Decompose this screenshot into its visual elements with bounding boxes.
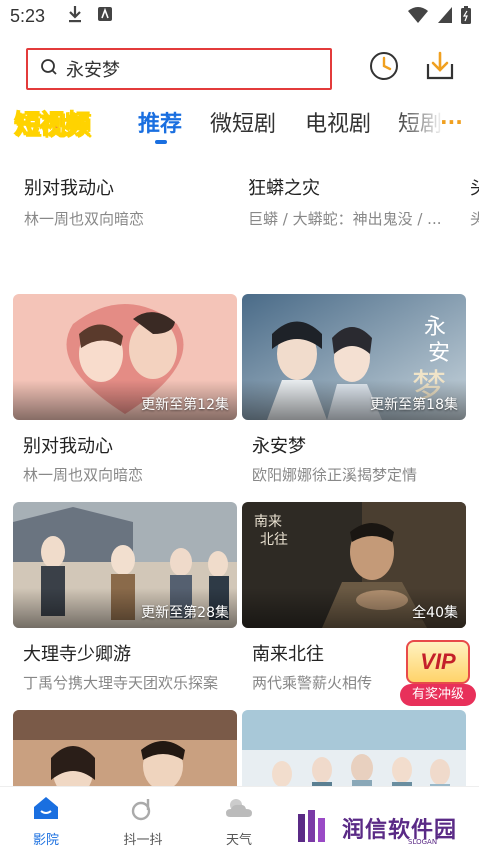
weather-icon [222,799,256,825]
watermark-slogan: SLOGAN [408,838,438,846]
watermark-logo: 润信软件园 SLOGAN [296,808,476,848]
download-icon [424,51,456,86]
video-subtitle: 丁禹兮携大理寺天团欢乐探案 [23,674,219,692]
tab-recommend[interactable]: 推荐 [138,106,182,138]
more-tabs-button[interactable]: ··· [440,110,463,134]
clock-icon [368,52,400,86]
vip-label: 有奖冲级 [400,684,476,706]
video-subtitle: 欧阳娜娜徐正溪揭梦定情 [252,466,418,484]
episode-badge: 更新至第28集 [141,605,229,621]
list-item[interactable]: 狂蟒之灾 巨蟒 / 大蟒蛇：神出鬼没 / ... [248,174,460,229]
download-status-icon [67,5,83,28]
item-title: 别对我动心 [24,178,114,199]
video-card[interactable]: 更新至第28集 大理寺少卿游 丁禹兮携大理寺天团欢乐探案 [13,502,237,693]
poster-title-char: 南来 [254,514,282,530]
battery-icon [461,6,471,29]
search-icon [40,58,58,80]
video-thumbnail[interactable]: 更新至第12集 [13,294,237,420]
nav-label: 天气 [225,833,252,848]
home-icon [31,797,61,825]
video-thumbnail[interactable]: 更新至第28集 [13,502,237,628]
nav-label: 影院 [32,833,59,848]
episode-badge: 更新至第18集 [370,397,458,413]
episode-badge: 更新至第12集 [141,397,229,413]
tab-indicator [155,140,167,144]
wifi-icon [407,6,429,29]
item-subtitle: 头 [470,210,479,228]
vip-badge: VIP [406,640,470,684]
list-item[interactable]: 别对我动心 林一周也双向暗恋 [24,174,234,229]
poster-title-char: 永 [424,315,446,340]
tab-micro-drama[interactable]: 微短剧 [210,106,276,138]
short-video-logo[interactable]: 短视频 [14,104,108,141]
poster-title-char: 北往 [260,532,288,548]
search-query: 永安梦 [66,60,120,81]
video-card[interactable]: 更新至第12集 别对我动心 林一周也双向暗恋 [13,294,237,485]
app-status-icon [97,6,113,27]
nav-shake[interactable]: 抖一抖 [113,795,173,848]
video-subtitle: 林一周也双向暗恋 [23,466,144,484]
poster-title-char: 安 [428,341,450,366]
search-row: 永安梦 [0,42,479,98]
video-thumbnail[interactable]: 永 安 梦 更新至第18集 [242,294,466,420]
video-title: 永安梦 [252,436,306,457]
tab-fade [395,100,445,146]
status-time: 5:23 [10,5,46,26]
list-item[interactable]: 头 头 [470,174,479,229]
shake-icon [128,799,158,825]
item-subtitle: 林一周也双向暗恋 [24,210,145,228]
category-tabs: 短视频 推荐 微短剧 电视剧 短剧 ··· [0,100,479,146]
download-button[interactable] [424,50,456,82]
item-title: 狂蟒之灾 [248,178,320,199]
video-thumbnail[interactable]: 南来 北往 全40集 [242,502,466,628]
item-title: 头 [470,174,479,200]
watermark-icon [296,808,336,848]
video-title: 别对我动心 [23,436,113,457]
signal-icon [437,6,453,29]
nav-cinema[interactable]: 影院 [16,795,76,848]
status-bar: 5:23 [0,0,479,32]
vip-upgrade-widget[interactable]: VIP 有奖冲级 [400,640,476,708]
item-subtitle: 巨蟒 / 大蟒蛇：神出鬼没 / ... [248,210,442,228]
watermark-text: 润信软件园 [342,818,458,843]
video-title: 大理寺少卿游 [23,644,131,665]
episode-badge: 全40集 [412,605,458,621]
status-right-icons [407,6,471,29]
video-card[interactable]: 永 安 梦 更新至第18集 永安梦 欧阳娜娜徐正溪揭梦定情 [242,294,466,485]
nav-weather[interactable]: 天气 [209,795,269,848]
nav-label: 抖一抖 [123,833,163,848]
history-button[interactable] [368,50,400,82]
search-input[interactable]: 永安梦 [26,48,332,90]
tab-tv-series[interactable]: 电视剧 [305,106,371,138]
